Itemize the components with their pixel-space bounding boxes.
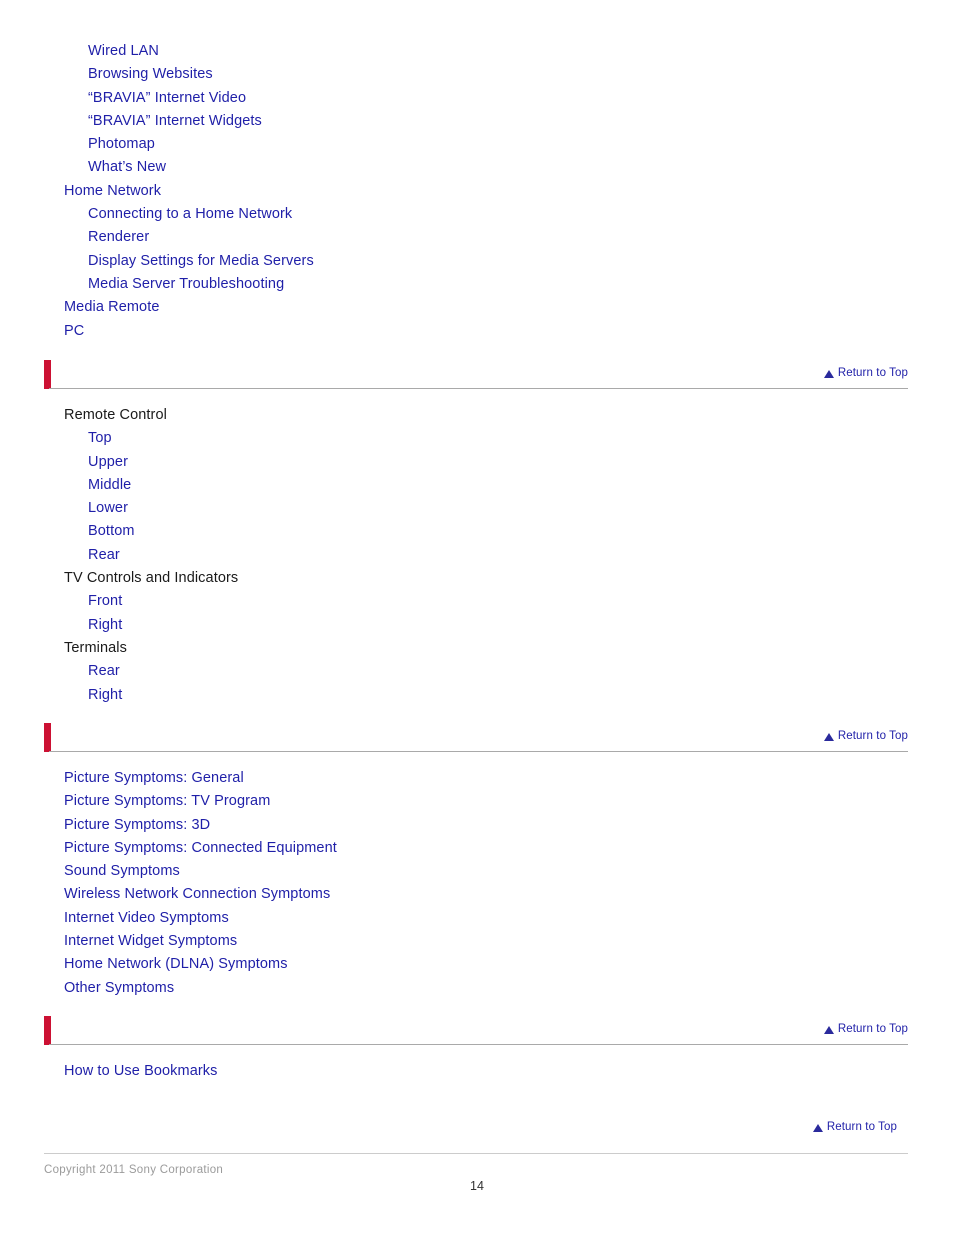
toc-link[interactable]: Picture Symptoms: General: [0, 767, 954, 790]
toc-link[interactable]: Picture Symptoms: TV Program: [0, 790, 954, 813]
toc-link[interactable]: Front: [0, 590, 954, 613]
return-to-top-link[interactable]: Return to Top: [823, 729, 908, 743]
accent-bar: [44, 723, 51, 752]
toc-link[interactable]: Rear: [0, 544, 954, 567]
toc-link[interactable]: Home Network: [0, 180, 954, 203]
toc-link[interactable]: “BRAVIA” Internet Widgets: [0, 110, 954, 133]
horizontal-rule: [49, 751, 908, 752]
toc-link[interactable]: Sound Symptoms: [0, 860, 954, 883]
triangle-up-icon: [823, 1026, 834, 1034]
toc-link[interactable]: Renderer: [0, 226, 954, 249]
toc-section-bookmarks: How to Use Bookmarks: [0, 1060, 954, 1083]
toc-link[interactable]: Internet Video Symptoms: [0, 907, 954, 930]
toc-link[interactable]: Middle: [0, 474, 954, 497]
toc-link[interactable]: Picture Symptoms: Connected Equipment: [0, 837, 954, 860]
toc-link[interactable]: Right: [0, 684, 954, 707]
toc-link[interactable]: Right: [0, 614, 954, 637]
toc-heading: Terminals: [64, 639, 127, 656]
horizontal-rule: [49, 1044, 908, 1045]
return-to-top-label: Return to Top: [837, 730, 908, 742]
triangle-up-icon: [823, 370, 834, 378]
toc-heading: Remote Control: [64, 407, 167, 423]
toc-link[interactable]: Wireless Network Connection Symptoms: [0, 883, 954, 906]
toc-link[interactable]: Display Settings for Media Servers: [0, 250, 954, 273]
toc-link[interactable]: What’s New: [0, 156, 954, 179]
toc-link[interactable]: Browsing Websites: [0, 63, 954, 86]
page-number: 14: [470, 1179, 484, 1193]
document-page: Wired LAN Browsing Websites “BRAVIA” Inter…: [0, 0, 954, 1235]
copyright-notice: Copyright 2011 Sony Corporation: [44, 1164, 224, 1176]
footer-divider: [44, 1153, 908, 1154]
return-to-top-link[interactable]: Return to Top: [823, 366, 908, 380]
section-separator: Return to Top: [0, 1016, 954, 1048]
toc-link[interactable]: Wired LAN: [0, 40, 954, 63]
toc-link[interactable]: Upper: [0, 451, 954, 474]
toc-link[interactable]: “BRAVIA” Internet Video: [0, 87, 954, 110]
toc-link[interactable]: Internet Widget Symptoms: [0, 930, 954, 953]
toc-link[interactable]: Bottom: [0, 520, 954, 543]
toc-link[interactable]: Media Remote: [0, 296, 954, 319]
triangle-up-icon: [812, 1124, 823, 1132]
accent-bar: [44, 1016, 51, 1045]
toc-section-parts-and-controls: Remote Control Top Upper Middle Lower Bottom R…: [0, 404, 954, 707]
return-to-top-link[interactable]: Return to Top: [812, 1120, 897, 1134]
triangle-up-icon: [823, 733, 834, 741]
section-separator: Return to Top: [0, 360, 954, 392]
toc-link[interactable]: PC: [0, 320, 954, 343]
return-to-top-label: Return to Top: [826, 1121, 897, 1133]
toc-link[interactable]: Rear: [0, 660, 954, 683]
toc-heading: TV Controls and Indicators: [64, 570, 239, 587]
section-separator: Return to Top: [0, 1114, 954, 1146]
toc-link[interactable]: Photomap: [0, 133, 954, 156]
section-separator: Return to Top: [0, 723, 954, 755]
return-to-top-label: Return to Top: [837, 367, 908, 379]
toc-section-connectivity: Wired LAN Browsing Websites “BRAVIA” Inter…: [0, 40, 954, 343]
toc-link[interactable]: Picture Symptoms: 3D: [0, 814, 954, 837]
toc-link[interactable]: Media Server Troubleshooting: [0, 273, 954, 296]
toc-link[interactable]: Connecting to a Home Network: [0, 203, 954, 226]
toc-section-troubleshooting: Picture Symptoms: General Picture Symptom…: [0, 767, 954, 1000]
horizontal-rule: [49, 388, 908, 389]
toc-link[interactable]: Home Network (DLNA) Symptoms: [0, 953, 954, 976]
return-to-top-label: Return to Top: [837, 1023, 908, 1035]
toc-link[interactable]: Lower: [0, 497, 954, 520]
return-to-top-link[interactable]: Return to Top: [823, 1022, 908, 1036]
toc-link[interactable]: Other Symptoms: [0, 977, 954, 1000]
toc-link[interactable]: Top: [0, 427, 954, 450]
toc-link[interactable]: How to Use Bookmarks: [0, 1060, 954, 1083]
accent-bar: [44, 360, 51, 389]
